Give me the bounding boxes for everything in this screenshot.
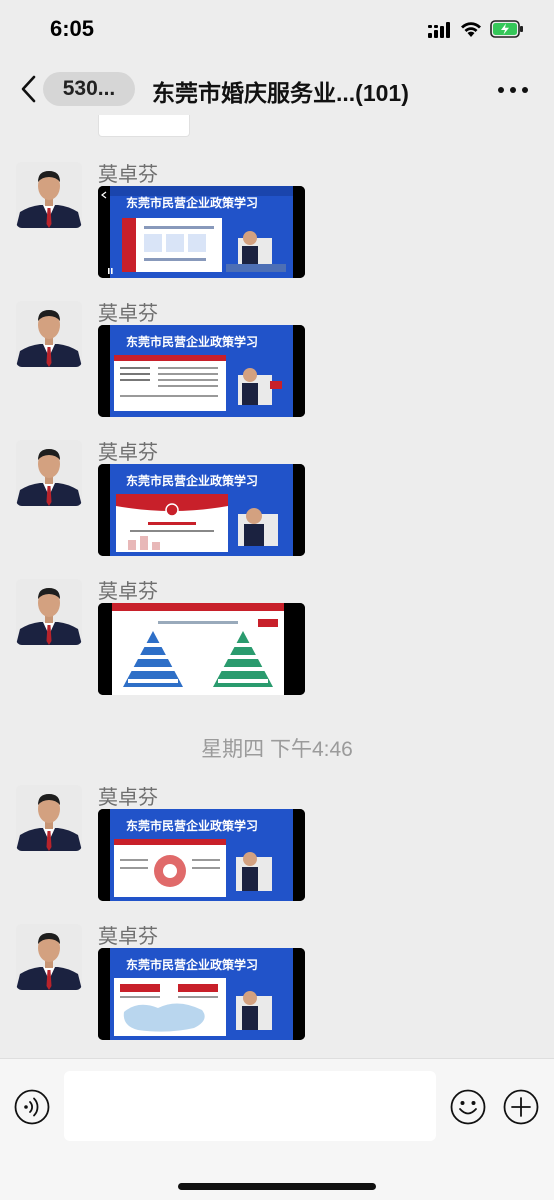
sender-name: 莫卓芬	[98, 787, 158, 809]
avatar[interactable]	[16, 440, 82, 506]
input-bar	[0, 1058, 554, 1200]
battery-icon	[490, 20, 523, 38]
avatar[interactable]	[16, 301, 82, 367]
chat-message: 莫卓芬 东莞市民营企业政策学习	[0, 785, 554, 905]
avatar[interactable]	[16, 579, 82, 645]
avatar[interactable]	[16, 162, 82, 228]
wifi-icon	[461, 22, 481, 37]
video-message[interactable]: 东莞市民营企业政策学习	[98, 186, 305, 278]
home-indicator[interactable]	[178, 1183, 376, 1190]
back-icon[interactable]	[18, 74, 40, 104]
more-icon[interactable]	[497, 86, 529, 94]
unread-count-badge[interactable]: 530...	[43, 72, 135, 106]
chat-timestamp: 星期四 下午4:46	[201, 738, 353, 761]
voice-icon[interactable]	[14, 1089, 50, 1125]
chat-message: 莫卓芬 东莞市民营企业政策学习	[0, 924, 554, 1044]
message-input[interactable]	[64, 1071, 436, 1141]
video-banner-text: 东莞市民营企业政策学习	[126, 957, 258, 972]
video-message[interactable]: 东莞市民营企业政策学习	[98, 809, 305, 901]
sender-name: 莫卓芬	[98, 926, 158, 948]
video-banner-text: 东莞市民营企业政策学习	[126, 473, 258, 488]
chat-message: 莫卓芬 东莞市民营企业政策学习	[0, 301, 554, 421]
chat-title[interactable]: 东莞市婚庆服务业...(101)	[152, 74, 409, 108]
emoji-icon[interactable]	[450, 1089, 486, 1125]
chat-header: 530... 东莞市婚庆服务业...(101)	[0, 60, 554, 118]
chat-title-text: 东莞市婚庆服务业...	[152, 80, 356, 106]
avatar[interactable]	[16, 785, 82, 851]
sender-name: 莫卓芬	[98, 164, 158, 186]
chat-message: 莫卓芬 东莞市民营企业政策学习	[0, 440, 554, 560]
video-banner-text: 东莞市民营企业政策学习	[126, 334, 258, 349]
sender-name: 莫卓芬	[98, 442, 158, 464]
video-message[interactable]: 东莞市民营企业政策学习	[98, 325, 305, 417]
video-banner-text: 东莞市民营企业政策学习	[126, 195, 258, 210]
signal-icon	[428, 22, 450, 38]
chat-message: 莫卓芬	[0, 579, 554, 699]
previous-message-thumbnail[interactable]	[98, 115, 190, 137]
video-message[interactable]	[98, 603, 305, 695]
chat-message: 莫卓芬 东莞市民营企业政策学习	[0, 162, 554, 282]
plus-icon[interactable]	[503, 1089, 539, 1125]
sender-name: 莫卓芬	[98, 303, 158, 325]
video-message[interactable]: 东莞市民营企业政策学习	[98, 948, 305, 1040]
sender-name: 莫卓芬	[98, 581, 158, 603]
member-count: (101)	[355, 80, 409, 106]
video-message[interactable]: 东莞市民营企业政策学习	[98, 464, 305, 556]
video-banner-text: 东莞市民营企业政策学习	[126, 818, 258, 833]
status-bar: 6:05	[0, 0, 554, 60]
status-time: 6:05	[50, 16, 95, 41]
avatar[interactable]	[16, 924, 82, 990]
